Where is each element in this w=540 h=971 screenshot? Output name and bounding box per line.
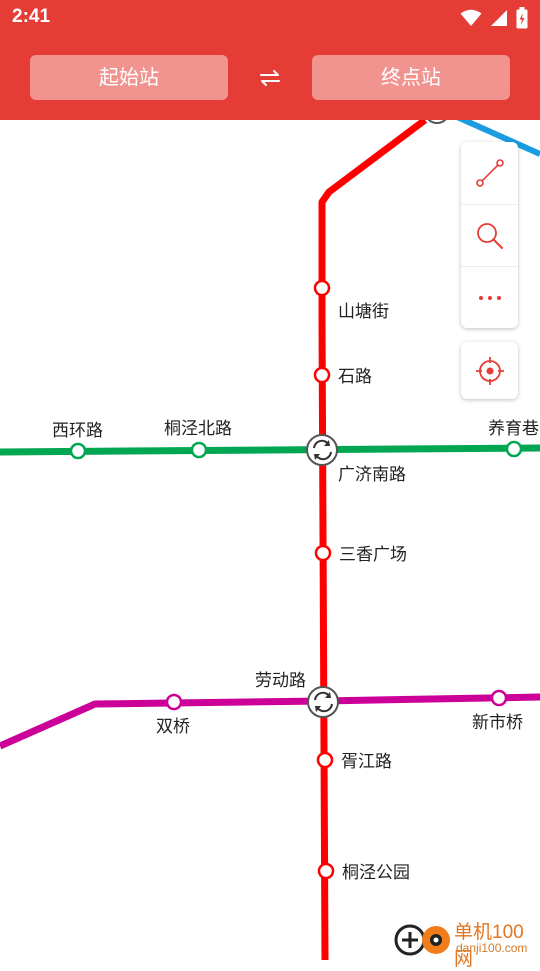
- status-bar: 2:41: [0, 0, 540, 38]
- start-station-button[interactable]: 起始站: [30, 55, 228, 100]
- route-icon: [475, 159, 504, 187]
- more-button[interactable]: [461, 266, 518, 329]
- status-time: 2:41: [12, 6, 51, 27]
- station-label: 桐泾公园: [342, 863, 410, 882]
- more-icon: [478, 296, 501, 300]
- station-label: 三香广场: [339, 545, 407, 564]
- battery-icon: [516, 7, 528, 29]
- map-toolbar: [461, 142, 518, 328]
- wifi-icon: [460, 9, 482, 26]
- locate-button[interactable]: [461, 342, 518, 399]
- search-button[interactable]: [461, 204, 518, 267]
- station-tongjing-gongyuan[interactable]: 桐泾公园: [317, 862, 410, 882]
- line-red-path: [318, 117, 428, 961]
- metro-map[interactable]: 山塘街 石路 三香广场 胥江路 桐泾公园 西环路 桐泾北路 养育巷 双桥 新市桥…: [0, 98, 540, 961]
- station-xujiang-lu[interactable]: 胥江路: [316, 751, 392, 771]
- station-label: 广济南路: [338, 465, 406, 484]
- locate-icon: [475, 356, 504, 385]
- signal-icon: [491, 10, 507, 26]
- watermark: 单机100网 danji100.com: [392, 914, 540, 970]
- metro-map-canvas[interactable]: 山塘街 石路 三香广场 胥江路 桐泾公园 西环路 桐泾北路 养育巷 双桥 新市桥…: [0, 98, 540, 961]
- station-label: 双桥: [156, 717, 190, 736]
- station-sanxiang-guangchang[interactable]: 三香广场: [314, 544, 407, 564]
- watermark-logo: [394, 924, 450, 956]
- app-header: 2:41 起始站 终点站: [0, 0, 540, 120]
- end-station-button[interactable]: 终点站: [312, 55, 510, 100]
- swap-stations-button[interactable]: [256, 64, 284, 92]
- station-label: 桐泾北路: [164, 419, 232, 438]
- line-magenta-path: [0, 693, 540, 750]
- swap-icon: [260, 70, 280, 86]
- station-label: 养育巷: [488, 419, 539, 438]
- station-label: 劳动路: [255, 671, 306, 690]
- station-label: 胥江路: [341, 752, 392, 771]
- station-label: 西环路: [52, 421, 103, 440]
- status-icons: [460, 6, 528, 30]
- station-label: 新市桥: [472, 713, 523, 732]
- route-button[interactable]: [461, 142, 518, 204]
- station-shantang-jie[interactable]: 山塘街: [313, 279, 389, 321]
- station-label: 山塘街: [338, 302, 389, 321]
- interchange-top-partial[interactable]: [424, 98, 450, 124]
- station-label: 石路: [338, 367, 372, 386]
- search-icon: [476, 223, 503, 249]
- watermark-url: danji100.com: [456, 941, 528, 955]
